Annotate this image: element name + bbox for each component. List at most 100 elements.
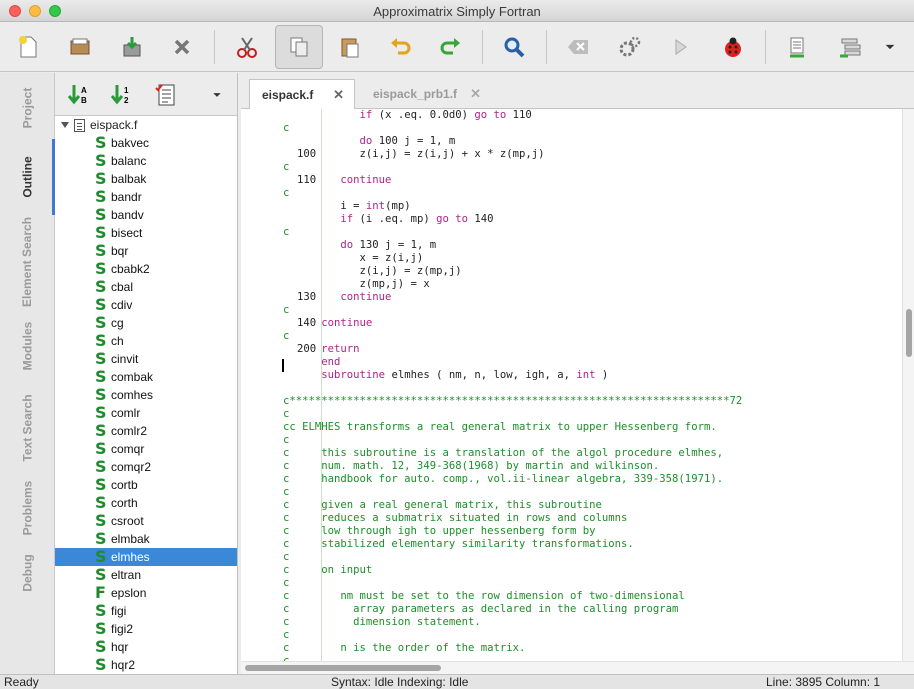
outline-item[interactable]: Scinvit xyxy=(55,350,237,368)
outline-item[interactable]: Selmhes xyxy=(55,548,237,566)
bookmark-button[interactable] xyxy=(777,27,817,67)
close-file-button[interactable] xyxy=(162,27,202,67)
outline-item[interactable]: Shqr2 xyxy=(55,656,237,674)
outline-item-label: figi2 xyxy=(111,622,134,636)
outline-item[interactable]: Scomhes xyxy=(55,386,237,404)
outline-item[interactable]: Sbandv xyxy=(55,206,237,224)
outline-item[interactable]: Scomqr2 xyxy=(55,458,237,476)
comment-token: c xyxy=(283,551,290,563)
expand-triangle-icon[interactable] xyxy=(61,122,69,128)
debug-button[interactable] xyxy=(713,27,753,67)
undo-button[interactable] xyxy=(380,27,420,67)
outline-item[interactable]: Sch xyxy=(55,332,237,350)
outline-item-label: csroot xyxy=(111,514,144,528)
paste-button[interactable] xyxy=(330,27,370,67)
project-build-button[interactable] xyxy=(830,27,870,67)
clear-button[interactable] xyxy=(558,27,598,67)
comment-token: c xyxy=(283,161,290,173)
comment-token: c on input xyxy=(283,564,373,576)
close-tab-icon[interactable]: ✕ xyxy=(333,87,344,103)
tab-debug[interactable]: Debug xyxy=(0,543,55,603)
outline-item[interactable]: Seltran xyxy=(55,566,237,584)
outline-item[interactable]: Sfigi2 xyxy=(55,620,237,638)
outline-menu-button[interactable] xyxy=(203,81,231,109)
play-icon xyxy=(675,39,687,55)
close-tab-icon[interactable]: ✕ xyxy=(470,86,481,102)
outline-item[interactable]: Scomlr xyxy=(55,404,237,422)
tab-modules[interactable]: Modules xyxy=(0,309,55,383)
sort-numeric-button[interactable]: 12 xyxy=(108,81,136,109)
outline-item[interactable]: Sfigi xyxy=(55,602,237,620)
list-check-icon xyxy=(840,38,861,58)
code-text: c xyxy=(283,161,289,174)
tab-eispack-prb1-f[interactable]: eispack_prb1.f ✕ xyxy=(361,79,491,109)
keyword-token: subroutine xyxy=(321,369,386,381)
main-toolbar xyxy=(0,22,914,72)
subroutine-icon: S xyxy=(95,259,107,278)
outline-item[interactable]: Scombak xyxy=(55,368,237,386)
tab-problems[interactable]: Problems xyxy=(0,473,55,543)
run-button[interactable] xyxy=(660,27,700,67)
build-button[interactable] xyxy=(610,27,650,67)
find-button[interactable] xyxy=(494,27,534,67)
vertical-scroll-thumb[interactable] xyxy=(906,309,912,357)
outline-item[interactable]: Shqr xyxy=(55,638,237,656)
outline-tree: eispack.f Sbakvec Sbalanc Sbalbak Sbandr Sba… xyxy=(55,116,237,673)
outline-items: Sbakvec Sbalanc Sbalbak Sbandr Sbandv Sbisect… xyxy=(55,134,237,673)
outline-item[interactable]: Scortb xyxy=(55,476,237,494)
vertical-scrollbar[interactable] xyxy=(902,109,914,661)
code-token: z(mp,j) = x xyxy=(283,278,430,290)
outline-item[interactable]: Selmbak xyxy=(55,530,237,548)
code-text: end xyxy=(283,356,340,369)
new-file-button[interactable] xyxy=(8,27,48,67)
outline-item[interactable]: Scsroot xyxy=(55,512,237,530)
outline-item[interactable]: Sbalbak xyxy=(55,170,237,188)
status-cursor-position: Line: 3895 Column: 1 xyxy=(766,675,881,689)
outline-item[interactable]: Sbisect xyxy=(55,224,237,242)
subroutine-icon: S xyxy=(95,187,107,206)
outline-item[interactable]: Scomlr2 xyxy=(55,422,237,440)
outline-item[interactable]: Scorth xyxy=(55,494,237,512)
horizontal-scrollbar[interactable] xyxy=(241,661,914,674)
outline-item[interactable]: Scdiv xyxy=(55,296,237,314)
outline-item[interactable]: Sbakvec xyxy=(55,134,237,152)
tab-eispack-f[interactable]: eispack.f ✕ xyxy=(249,79,355,109)
horizontal-scroll-thumb[interactable] xyxy=(245,665,441,671)
outline-item[interactable]: Scg xyxy=(55,314,237,332)
subroutine-icon: S xyxy=(95,421,107,440)
outline-item[interactable]: Scbabk2 xyxy=(55,260,237,278)
subroutine-icon: S xyxy=(95,403,107,422)
code-text: if (x .eq. 0.0d0) go to 110 xyxy=(283,109,532,122)
save-icon xyxy=(123,37,141,57)
outline-item-label: ch xyxy=(111,334,124,348)
outline-options-button[interactable] xyxy=(152,81,180,109)
subroutine-icon: S xyxy=(95,277,107,296)
outline-item[interactable]: Fepslon xyxy=(55,584,237,602)
tab-label: Project xyxy=(20,87,35,129)
sort-alpha-button[interactable]: AB xyxy=(65,81,93,109)
outline-item-label: eltran xyxy=(111,568,142,582)
svg-text:1: 1 xyxy=(124,86,129,95)
tab-element-search[interactable]: Element Search xyxy=(0,215,55,309)
code-text: c xyxy=(283,226,289,239)
code-token: (i .eq. mp) xyxy=(353,213,437,225)
outline-item[interactable]: Scbal xyxy=(55,278,237,296)
cut-button[interactable] xyxy=(227,27,267,67)
redo-button[interactable] xyxy=(431,27,471,67)
toolbar-overflow-button[interactable] xyxy=(872,27,908,67)
tab-text-search[interactable]: Text Search xyxy=(0,383,55,473)
tab-project[interactable]: Project xyxy=(0,77,55,139)
code-editor[interactable]: if (x .eq. 0.0d0) go to 110 c do 100 j = … xyxy=(241,109,914,661)
copy-button[interactable] xyxy=(275,25,323,69)
outline-item[interactable]: Sbandr xyxy=(55,188,237,206)
outline-item[interactable]: Scomqr xyxy=(55,440,237,458)
save-button[interactable] xyxy=(112,27,152,67)
subroutine-icon: S xyxy=(95,493,107,512)
outline-root[interactable]: eispack.f xyxy=(55,116,237,134)
outline-item[interactable]: Sbalanc xyxy=(55,152,237,170)
code-text: i = int(mp) xyxy=(283,200,410,213)
tab-outline[interactable]: Outline xyxy=(0,139,55,215)
open-button[interactable] xyxy=(60,27,100,67)
outline-item[interactable]: Sbqr xyxy=(55,242,237,260)
